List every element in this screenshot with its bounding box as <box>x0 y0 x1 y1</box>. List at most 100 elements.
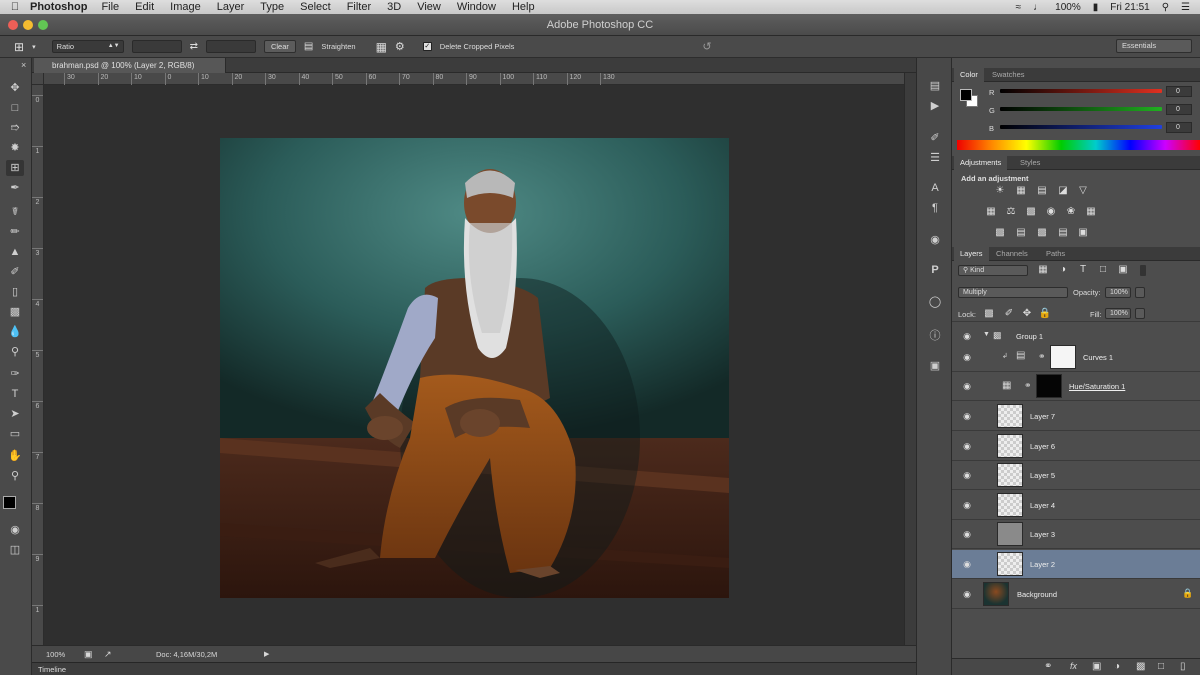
menu-help[interactable]: Help <box>512 1 535 13</box>
menu-edit[interactable]: Edit <box>135 1 154 13</box>
pen-tool-icon[interactable]: ✑ <box>6 366 24 382</box>
menu-layer[interactable]: Layer <box>217 1 245 13</box>
tab-layers[interactable]: Layers <box>954 247 989 261</box>
notification-center-icon[interactable]: ☰ <box>1181 2 1190 13</box>
layer-name[interactable]: Layer 7 <box>1030 402 1055 431</box>
new-adjustment-layer-icon[interactable]: ◑ <box>1114 661 1120 672</box>
fill-dropdown[interactable] <box>1135 308 1145 319</box>
type-tool-icon[interactable]: T <box>6 386 24 402</box>
threshold-icon[interactable]: ▩ <box>1035 227 1049 239</box>
layer-row-layer-4[interactable]: ◉ Layer 4 <box>952 491 1200 520</box>
photo-filter-icon[interactable]: ◉ <box>1044 206 1058 218</box>
eyedropper-tool-icon[interactable]: ✒ <box>6 180 24 196</box>
exposure-icon[interactable]: ◪ <box>1056 185 1070 197</box>
color-r-slider[interactable] <box>1000 89 1162 93</box>
menubar-clock[interactable]: Fri 21:51 <box>1110 2 1149 13</box>
battery-icon[interactable]: ▮ <box>1093 2 1099 13</box>
gradient-map-icon[interactable]: ▤ <box>1056 227 1070 239</box>
filter-type-icon[interactable]: T <box>1076 264 1090 276</box>
delete-layer-icon[interactable]: ▯ <box>1180 661 1186 672</box>
properties-panel-icon[interactable]: P <box>926 262 944 278</box>
channel-mixer-icon[interactable]: ❀ <box>1064 206 1078 218</box>
color-g-slider[interactable] <box>1000 107 1162 111</box>
blur-tool-icon[interactable]: 💧 <box>6 324 24 340</box>
menu-file[interactable]: File <box>101 1 119 13</box>
zoom-tool-icon[interactable]: ⚲ <box>6 468 24 484</box>
tab-paths[interactable]: Paths <box>1040 247 1071 261</box>
vertical-scrollbar[interactable] <box>904 73 916 645</box>
clone-stamp-tool-icon[interactable]: ▲ <box>6 244 24 260</box>
crop-tool-icon[interactable]: ⊞ <box>6 160 24 176</box>
visibility-eye-icon[interactable]: ◉ <box>962 559 972 570</box>
layer-thumbnail[interactable] <box>997 434 1023 458</box>
layer-mask-thumbnail[interactable] <box>1050 345 1076 369</box>
posterize-icon[interactable]: ▤ <box>1014 227 1028 239</box>
zoom-level[interactable]: 100% <box>46 646 65 663</box>
lock-image-icon[interactable]: ✐ <box>1002 308 1016 320</box>
blend-mode-select[interactable]: Multiply <box>958 287 1068 298</box>
new-group-icon[interactable]: ▩ <box>1136 661 1145 672</box>
new-layer-icon[interactable]: □ <box>1158 661 1164 672</box>
tool-presets-icon[interactable]: ☰ <box>926 150 944 166</box>
crop-tool-icon[interactable]: ⊞ <box>14 40 24 54</box>
workspace-switcher[interactable]: Essentials <box>1116 39 1192 53</box>
layer-name[interactable]: Background <box>1017 580 1057 609</box>
opacity-dropdown[interactable] <box>1135 287 1145 298</box>
volume-icon[interactable]: ♩ <box>1033 2 1043 13</box>
path-selection-tool-icon[interactable]: ➤ <box>6 406 24 422</box>
layer-row-layer-5[interactable]: ◉ Layer 5 <box>952 461 1200 490</box>
filter-shape-icon[interactable]: □ <box>1096 264 1110 276</box>
export-icon[interactable]: ↗ <box>104 646 112 663</box>
3d-panel-icon[interactable]: ◉ <box>926 232 944 248</box>
ruler-origin[interactable] <box>32 73 44 85</box>
crop-ratio-select[interactable]: Ratio ▲▼ <box>51 40 124 53</box>
close-document-icon[interactable]: × <box>21 58 26 73</box>
curves-icon[interactable]: ▤ <box>1035 185 1049 197</box>
layer-row-hue-saturation-1[interactable]: ◉ ▦ ⚭ Hue/Saturation 1 <box>952 372 1200 401</box>
horizontal-ruler[interactable]: 30 20 10 0 10 20 30 40 50 60 70 80 90 100 110 120 130 <box>44 73 904 85</box>
layer-row-curves-1[interactable]: ◉ ↲ ▤ ⚭ Curves 1 <box>952 343 1200 372</box>
filter-smart-object-icon[interactable]: ▣ <box>1116 264 1130 276</box>
reset-icon[interactable]: ↺ <box>702 40 711 53</box>
hue-saturation-icon[interactable]: ▦ <box>984 206 998 218</box>
battery-percent[interactable]: 100% <box>1055 2 1081 13</box>
move-tool-icon[interactable]: ✥ <box>6 80 24 96</box>
layer-thumbnail[interactable] <box>997 522 1023 546</box>
history-brush-tool-icon[interactable]: ✐ <box>6 264 24 280</box>
tab-swatches[interactable]: Swatches <box>986 68 1031 82</box>
share-icon[interactable]: ▣ <box>84 646 93 663</box>
close-window-button[interactable] <box>8 20 18 30</box>
brush-tool-icon[interactable]: ✏ <box>6 224 24 240</box>
crop-width-input[interactable] <box>131 40 182 53</box>
hand-tool-icon[interactable]: ✋ <box>6 448 24 464</box>
layer-thumbnail[interactable] <box>997 493 1023 517</box>
lasso-tool-icon[interactable]: ➱ <box>6 120 24 136</box>
mask-link-icon[interactable]: ⚭ <box>1024 380 1032 391</box>
layer-name[interactable]: Hue/Saturation 1 <box>1069 372 1125 401</box>
healing-brush-tool-icon[interactable]: ☤ <box>6 204 24 220</box>
layer-row-layer-7[interactable]: ◉ Layer 7 <box>952 402 1200 431</box>
layer-thumbnail[interactable] <box>997 404 1023 428</box>
delete-cropped-checkbox[interactable]: ✓ <box>422 42 432 51</box>
swap-dimensions-icon[interactable]: ⇄ <box>190 41 198 52</box>
color-balance-icon[interactable]: ⚖ <box>1004 206 1018 218</box>
add-mask-icon[interactable]: ▣ <box>1092 661 1101 672</box>
brush-panel-icon[interactable]: ✐ <box>926 130 944 146</box>
layer-thumbnail[interactable] <box>997 552 1023 576</box>
black-white-icon[interactable]: ▩ <box>1024 206 1038 218</box>
minimize-window-button[interactable] <box>23 20 33 30</box>
color-lookup-icon[interactable]: ▦ <box>1084 206 1098 218</box>
visibility-eye-icon[interactable]: ◉ <box>962 331 972 342</box>
gear-icon[interactable]: ⚙ <box>395 40 405 53</box>
tool-preset-dropdown-icon[interactable]: ▾ <box>32 43 36 51</box>
info-panel-icon[interactable]: ⓘ <box>926 328 944 344</box>
group-expand-chevron-icon[interactable]: ▼ <box>983 331 990 338</box>
filter-toggle-switch[interactable] <box>1140 265 1146 276</box>
paragraph-panel-icon[interactable]: ¶ <box>926 200 944 216</box>
lock-all-icon[interactable]: 🔒 <box>1038 308 1052 320</box>
selective-color-icon[interactable]: ▣ <box>1076 227 1090 239</box>
menu-app-name[interactable]: Photoshop <box>30 1 87 13</box>
menu-view[interactable]: View <box>417 1 441 13</box>
tab-channels[interactable]: Channels <box>990 247 1034 261</box>
layer-row-layer-2[interactable]: ◉ Layer 2 <box>952 550 1200 579</box>
